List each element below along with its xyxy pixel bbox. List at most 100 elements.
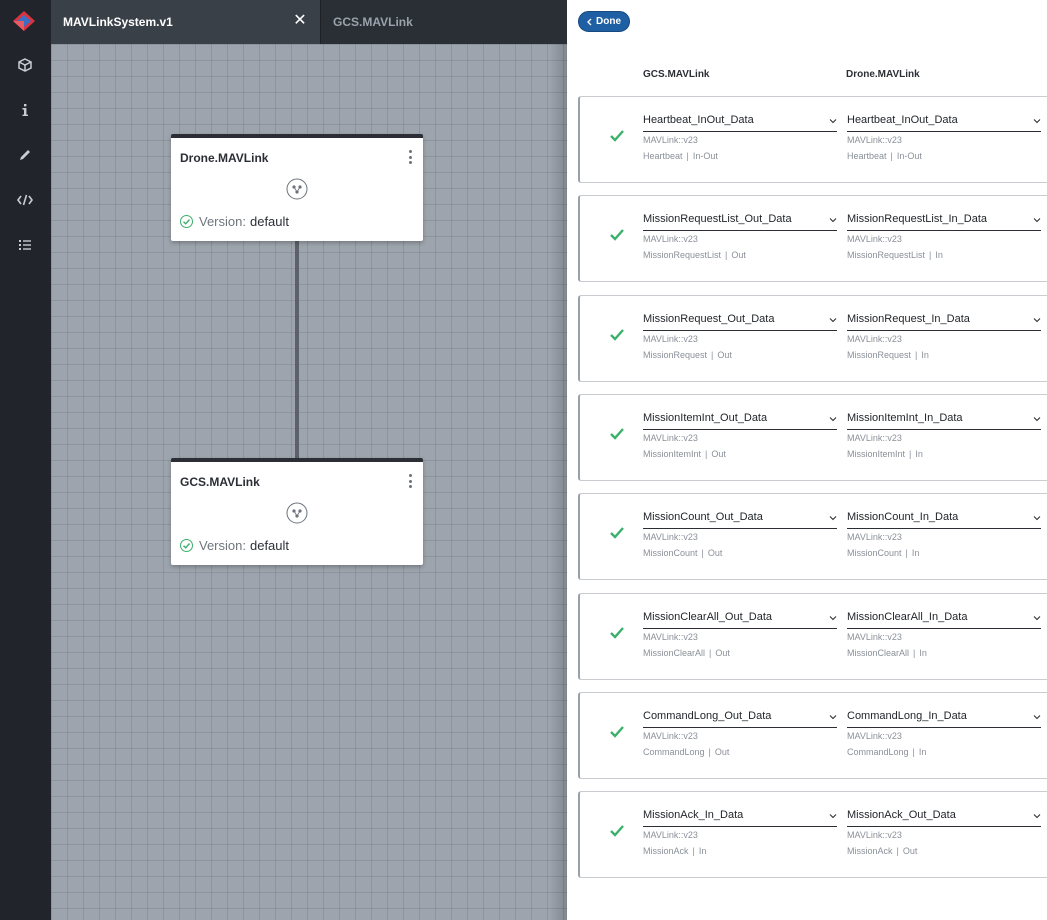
left-message-select[interactable]: Heartbeat_InOut_Data xyxy=(643,114,837,132)
chevron-down-icon xyxy=(1033,616,1041,621)
separator: | xyxy=(701,548,704,558)
version-value: default xyxy=(249,214,290,229)
select-value: CommandLong_In_Data xyxy=(847,710,967,722)
message-type: MissionRequestList xyxy=(847,250,926,260)
separator: | xyxy=(915,350,918,360)
message-direction: In-Out xyxy=(896,151,922,161)
message-direction: In xyxy=(915,449,923,459)
right-message-select[interactable]: MissionRequestList_In_Data xyxy=(847,213,1041,231)
separator: | xyxy=(705,449,708,459)
message-type: MissionRequest xyxy=(643,350,708,360)
chevron-down-icon xyxy=(829,516,837,521)
right-message-select[interactable]: MissionItemInt_In_Data xyxy=(847,412,1041,430)
right-message-select[interactable]: Heartbeat_InOut_Data xyxy=(847,114,1041,132)
left-dialect-label: MAVLink::v23 xyxy=(643,135,698,145)
right-dialect-label: MAVLink::v23 xyxy=(847,234,902,244)
message-type: MissionItemInt xyxy=(847,449,906,459)
connection-line[interactable] xyxy=(295,241,299,461)
select-value: MissionAck_In_Data xyxy=(643,809,744,821)
chevron-down-icon xyxy=(1033,417,1041,422)
right-message-select[interactable]: MissionAck_Out_Data xyxy=(847,809,1041,827)
check-icon xyxy=(610,527,624,539)
right-message-meta: CommandLong | In xyxy=(847,747,926,757)
version-label: Version: xyxy=(199,214,246,229)
separator: | xyxy=(890,151,893,161)
message-direction: Out xyxy=(717,350,732,360)
left-message-select[interactable]: MissionRequest_Out_Data xyxy=(643,313,837,331)
check-icon xyxy=(610,627,624,639)
left-message-select[interactable]: MissionRequestList_Out_Data xyxy=(643,213,837,231)
done-button[interactable]: Done xyxy=(578,11,630,32)
select-value: MissionItemInt_In_Data xyxy=(847,412,963,424)
check-icon xyxy=(610,329,624,341)
checklist-icon[interactable] xyxy=(15,235,35,255)
left-message-select[interactable]: MissionCount_Out_Data xyxy=(643,511,837,529)
node-gcs-mavlink[interactable]: GCS.MAVLink Version: default xyxy=(171,458,423,565)
message-type: MissionAck xyxy=(643,846,689,856)
right-message-select[interactable]: CommandLong_In_Data xyxy=(847,710,1041,728)
canvas-edge-shadow xyxy=(549,44,567,920)
chevron-down-icon xyxy=(1033,119,1041,124)
separator: | xyxy=(909,449,912,459)
version-info: Version: default xyxy=(180,214,289,229)
separator: | xyxy=(929,250,932,260)
node-title: GCS.MAVLink xyxy=(180,475,260,489)
left-dialect-label: MAVLink::v23 xyxy=(643,234,698,244)
separator: | xyxy=(913,648,916,658)
left-message-meta: MissionClearAll | Out xyxy=(643,648,730,658)
right-message-select[interactable]: MissionRequest_In_Data xyxy=(847,313,1041,331)
separator: | xyxy=(711,350,714,360)
right-message-select[interactable]: MissionClearAll_In_Data xyxy=(847,611,1041,629)
chevron-down-icon xyxy=(829,715,837,720)
tab-mavlinksystem[interactable]: MAVLinkSystem.v1 ✕ xyxy=(51,0,321,44)
chevron-down-icon xyxy=(1033,318,1041,323)
right-dialect-label: MAVLink::v23 xyxy=(847,731,902,741)
right-dialect-label: MAVLink::v23 xyxy=(847,830,902,840)
done-label: Done xyxy=(596,16,621,27)
check-circle-icon xyxy=(180,539,193,552)
node-drone-mavlink[interactable]: Drone.MAVLink Version: default xyxy=(171,134,423,241)
diagram-canvas[interactable]: Drone.MAVLink Version: default GCS.MAVLi… xyxy=(51,44,567,920)
select-value: MissionRequestList_In_Data xyxy=(847,213,988,225)
mapping-row: MissionClearAll_Out_Data MAVLink::v23 Miss… xyxy=(578,593,1047,680)
left-rail xyxy=(0,0,51,920)
right-dialect-label: MAVLink::v23 xyxy=(847,135,902,145)
left-message-meta: Heartbeat | In-Out xyxy=(643,151,718,161)
right-message-meta: MissionCount | In xyxy=(847,548,919,558)
left-message-select[interactable]: MissionClearAll_Out_Data xyxy=(643,611,837,629)
left-message-select[interactable]: MissionItemInt_Out_Data xyxy=(643,412,837,430)
pencil-icon[interactable] xyxy=(15,145,35,165)
cube-icon[interactable] xyxy=(15,55,35,75)
select-value: Heartbeat_InOut_Data xyxy=(643,114,754,126)
mapping-row: CommandLong_Out_Data MAVLink::v23 CommandL… xyxy=(578,692,1047,779)
network-icon xyxy=(286,502,308,524)
chevron-down-icon xyxy=(829,616,837,621)
kebab-menu-icon[interactable] xyxy=(407,474,413,488)
mapping-row: MissionAck_In_Data MAVLink::v23 MissionAck… xyxy=(578,791,1047,878)
right-dialect-label: MAVLink::v23 xyxy=(847,334,902,344)
tab-gcs-mavlink[interactable]: GCS.MAVLink xyxy=(321,0,567,44)
left-message-select[interactable]: CommandLong_Out_Data xyxy=(643,710,837,728)
right-dialect-label: MAVLink::v23 xyxy=(847,632,902,642)
separator: | xyxy=(709,648,712,658)
chevron-down-icon xyxy=(829,417,837,422)
code-icon[interactable] xyxy=(15,190,35,210)
separator: | xyxy=(692,846,695,856)
right-dialect-label: MAVLink::v23 xyxy=(847,433,902,443)
separator: | xyxy=(896,846,899,856)
message-direction: In xyxy=(935,250,943,260)
chevron-down-icon xyxy=(1033,516,1041,521)
message-type: Heartbeat xyxy=(643,151,683,161)
chevron-down-icon xyxy=(829,814,837,819)
message-direction: In xyxy=(919,648,927,658)
check-icon xyxy=(610,130,624,142)
close-icon[interactable]: ✕ xyxy=(292,13,308,29)
right-message-select[interactable]: MissionCount_In_Data xyxy=(847,511,1041,529)
info-icon[interactable] xyxy=(15,100,35,120)
app-logo-icon[interactable] xyxy=(12,10,36,32)
message-type: MissionRequest xyxy=(847,350,912,360)
tab-label: MAVLinkSystem.v1 xyxy=(63,15,173,29)
left-message-meta: MissionAck | In xyxy=(643,846,706,856)
left-message-select[interactable]: MissionAck_In_Data xyxy=(643,809,837,827)
kebab-menu-icon[interactable] xyxy=(407,150,413,164)
